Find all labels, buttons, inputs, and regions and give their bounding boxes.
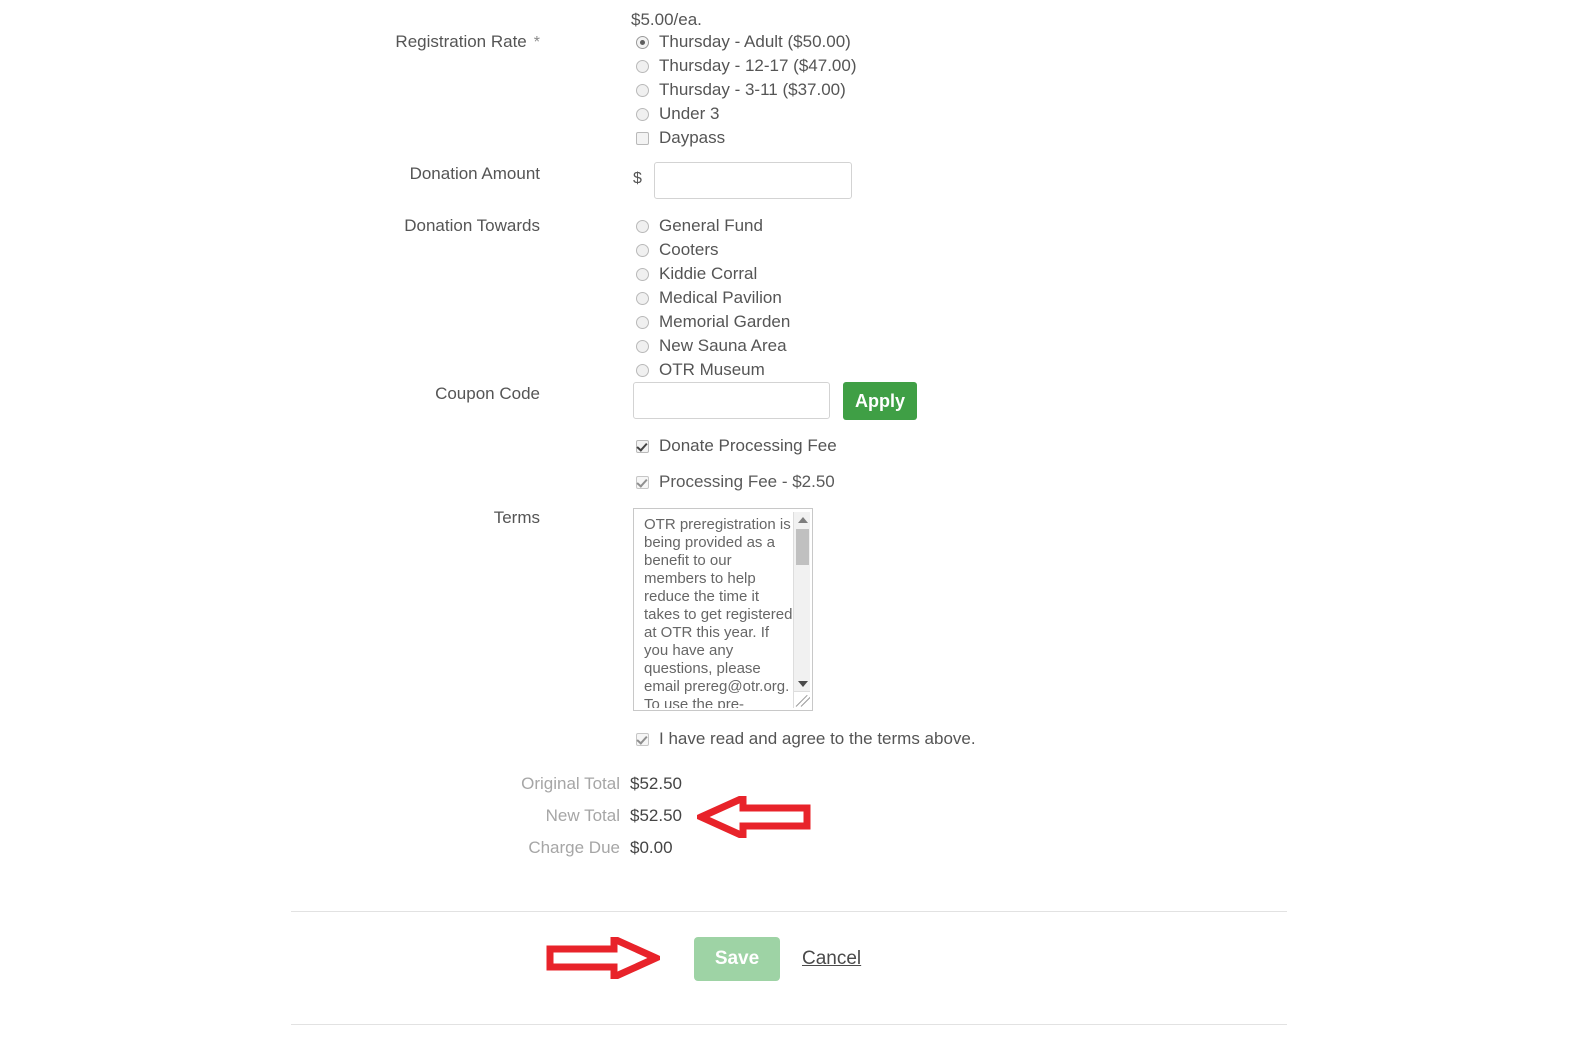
donation-towards-option-cooters[interactable]: Cooters bbox=[636, 238, 790, 262]
donation-amount-label: Donation Amount bbox=[409, 164, 540, 183]
donation-towards-option-medical-pavilion[interactable]: Medical Pavilion bbox=[636, 286, 790, 310]
coupon-code-label: Coupon Code bbox=[435, 384, 540, 403]
actions-divider-top bbox=[291, 911, 1287, 912]
original-total-label: Original Total bbox=[521, 774, 620, 793]
new-total-arrow-annotation bbox=[697, 796, 811, 838]
donation-towards-options: General Fund Cooters Kiddie Corral Medic… bbox=[636, 214, 790, 382]
checkbox-icon[interactable] bbox=[636, 439, 649, 453]
radio-icon[interactable] bbox=[636, 243, 649, 257]
radio-icon[interactable] bbox=[636, 267, 649, 281]
terms-textarea-inner: OTR preregistration is being provided as… bbox=[637, 512, 810, 708]
option-label: Kiddie Corral bbox=[659, 264, 758, 283]
actions-divider-bottom bbox=[291, 1024, 1287, 1025]
donation-amount-currency-prefix: $ bbox=[633, 170, 642, 187]
charge-due-label: Charge Due bbox=[528, 838, 620, 857]
scroll-up-arrow-icon[interactable] bbox=[794, 512, 810, 527]
registration-rate-label: Registration Rate * bbox=[300, 31, 540, 54]
scrollbar-thumb[interactable] bbox=[796, 529, 809, 565]
original-total-value: $52.50 bbox=[630, 774, 682, 793]
donation-towards-label: Donation Towards bbox=[404, 216, 540, 235]
radio-icon[interactable] bbox=[636, 35, 649, 49]
agree-to-terms-option[interactable]: I have read and agree to the terms above… bbox=[636, 727, 976, 751]
option-label: Thursday - Adult ($50.00) bbox=[659, 32, 851, 51]
checkbox-icon bbox=[636, 475, 649, 489]
save-button[interactable]: Save bbox=[694, 937, 780, 981]
apply-coupon-button[interactable]: Apply bbox=[843, 382, 917, 420]
coupon-code-input[interactable] bbox=[633, 382, 830, 419]
option-label: Memorial Garden bbox=[659, 312, 791, 331]
radio-icon[interactable] bbox=[636, 315, 649, 329]
registration-rate-option-thursday-adult[interactable]: Thursday - Adult ($50.00) bbox=[636, 30, 857, 54]
checkbox-icon[interactable] bbox=[636, 732, 649, 746]
option-label: I have read and agree to the terms above… bbox=[659, 729, 976, 748]
donation-towards-option-general-fund[interactable]: General Fund bbox=[636, 214, 790, 238]
option-label: General Fund bbox=[659, 216, 763, 235]
radio-icon[interactable] bbox=[636, 363, 649, 377]
option-label: Processing Fee - $2.50 bbox=[659, 472, 835, 491]
registration-rate-option-daypass[interactable]: Daypass bbox=[636, 126, 857, 150]
registration-rate-label-text: Registration Rate bbox=[395, 32, 527, 51]
option-label: Daypass bbox=[659, 128, 726, 147]
terms-label: Terms bbox=[493, 508, 540, 527]
radio-icon[interactable] bbox=[636, 291, 649, 305]
option-label: Under 3 bbox=[659, 104, 720, 123]
option-label: Medical Pavilion bbox=[659, 288, 782, 307]
donation-towards-option-new-sauna-area[interactable]: New Sauna Area bbox=[636, 334, 790, 358]
radio-icon[interactable] bbox=[636, 107, 649, 121]
option-label: Donate Processing Fee bbox=[659, 436, 837, 455]
radio-icon[interactable] bbox=[636, 83, 649, 97]
terms-scrollbar[interactable] bbox=[793, 512, 810, 708]
scroll-down-arrow-icon[interactable] bbox=[794, 676, 810, 691]
donate-processing-fee-option[interactable]: Donate Processing Fee bbox=[636, 434, 837, 458]
terms-body-text: OTR preregistration is being provided as… bbox=[644, 516, 793, 708]
option-label: Thursday - 3-11 ($37.00) bbox=[659, 80, 846, 99]
save-button-arrow-annotation bbox=[546, 937, 660, 979]
registration-rate-option-under-3[interactable]: Under 3 bbox=[636, 102, 857, 126]
new-total-label: New Total bbox=[545, 806, 620, 825]
donation-towards-option-memorial-garden[interactable]: Memorial Garden bbox=[636, 310, 790, 334]
registration-rate-options: Thursday - Adult ($50.00) Thursday - 12-… bbox=[636, 30, 857, 150]
registration-rate-price-note: $5.00/ea. bbox=[631, 10, 702, 29]
registration-rate-option-thursday-3-11[interactable]: Thursday - 3-11 ($37.00) bbox=[636, 78, 857, 102]
processing-fee-option: Processing Fee - $2.50 bbox=[636, 470, 835, 494]
registration-rate-option-thursday-12-17[interactable]: Thursday - 12-17 ($47.00) bbox=[636, 54, 857, 78]
required-asterisk: * bbox=[533, 34, 540, 51]
radio-icon[interactable] bbox=[636, 219, 649, 233]
radio-icon[interactable] bbox=[636, 339, 649, 353]
donation-amount-input[interactable] bbox=[654, 162, 852, 199]
donation-towards-option-otr-museum[interactable]: OTR Museum bbox=[636, 358, 790, 382]
option-label: OTR Museum bbox=[659, 360, 765, 379]
donation-towards-option-kiddie-corral[interactable]: Kiddie Corral bbox=[636, 262, 790, 286]
new-total-value: $52.50 bbox=[630, 806, 682, 825]
radio-icon[interactable] bbox=[636, 59, 649, 73]
resize-grip-icon[interactable] bbox=[793, 691, 810, 708]
registration-form-page: Registration Rate * $5.00/ea. Thursday - … bbox=[0, 0, 1570, 1038]
option-label: Thursday - 12-17 ($47.00) bbox=[659, 56, 857, 75]
charge-due-value: $0.00 bbox=[630, 838, 673, 857]
terms-textarea[interactable]: OTR preregistration is being provided as… bbox=[633, 508, 813, 711]
checkbox-icon[interactable] bbox=[636, 131, 649, 145]
option-label: Cooters bbox=[659, 240, 719, 259]
cancel-link[interactable]: Cancel bbox=[802, 948, 861, 970]
option-label: New Sauna Area bbox=[659, 336, 787, 355]
